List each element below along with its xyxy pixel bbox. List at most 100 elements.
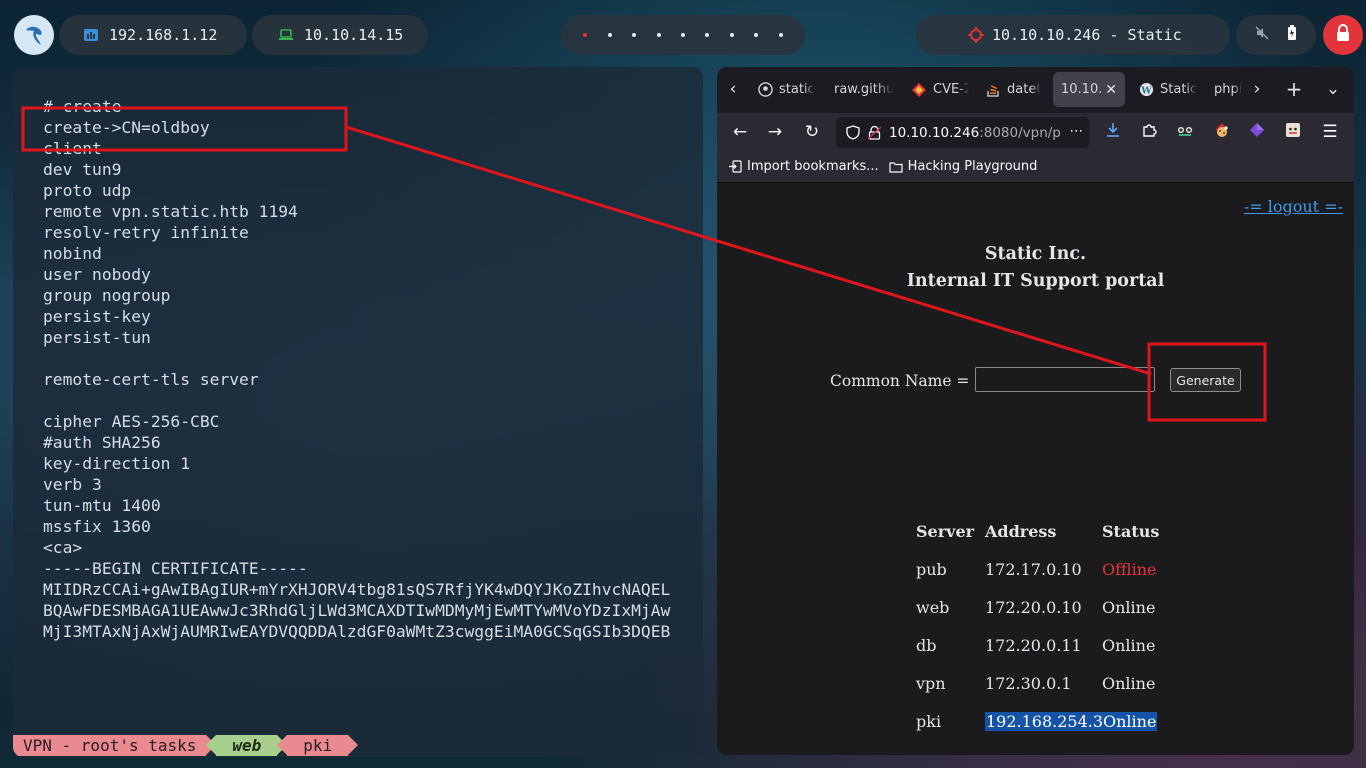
workspace-2[interactable]: [607, 33, 612, 37]
crosshair-icon: [968, 27, 984, 43]
workspace-switcher[interactable]: [561, 15, 805, 55]
local-ip-text: 192.168.1.12: [109, 26, 218, 44]
terminal-line: BQAwFDESMBAGA1UEAwwJc3RhdGljLWd3MCAXDTIw…: [43, 601, 671, 620]
cookie-extension[interactable]: [1209, 120, 1233, 144]
tmux-window-label: pki: [303, 736, 333, 755]
tab-wordpress[interactable]: W Static: [1138, 72, 1206, 107]
battery-icon: [1287, 25, 1297, 45]
tmux-session-name: VPN - root's tasks: [13, 735, 217, 756]
extensions-button[interactable]: [1137, 120, 1161, 144]
workspace-7[interactable]: [729, 33, 734, 37]
terminal-window[interactable]: # create create->CN=oldboy client dev tun9 p…: [13, 67, 703, 757]
terminal-line: user nobody: [43, 265, 151, 284]
workspace-4[interactable]: [656, 33, 661, 37]
table-cell-status: Online: [1102, 636, 1156, 655]
url-path: :8080/vpn/p: [979, 124, 1061, 141]
portal-subtitle: Internal IT Support portal: [906, 271, 1165, 291]
workspace-1[interactable]: [583, 33, 588, 37]
table-cell-status: Online: [1102, 598, 1156, 617]
reload-button[interactable]: ↻: [800, 120, 824, 144]
forward-button[interactable]: →: [763, 120, 787, 144]
tmux-window-web[interactable]: web: [206, 735, 288, 756]
terminal-output: # create create->CN=oldboy client dev tun9 p…: [43, 96, 691, 642]
volume-muted-icon[interactable]: [1255, 26, 1269, 44]
terminal-line: #auth SHA256: [43, 433, 161, 452]
table-cell-status: Online: [1102, 712, 1158, 731]
app-menu-button[interactable]: ☰: [1318, 120, 1342, 144]
workspace-8[interactable]: [754, 33, 759, 37]
terminal-line: mssfix 1360: [43, 517, 151, 536]
table-cell-status: Offline: [1102, 560, 1157, 579]
tab-label: datet: [1007, 82, 1041, 97]
tab-cve[interactable]: CVE-2: [911, 72, 969, 107]
chevron-down-icon: ⌄: [1325, 79, 1341, 99]
terminal-line: remote vpn.static.htb 1194: [43, 202, 298, 221]
table-cell-address: 172.17.0.10: [985, 560, 1082, 579]
common-name-label: Common Name =: [830, 372, 970, 390]
vpn-ip-indicator: 10.10.14.15: [252, 15, 428, 55]
terminal-line: cipher AES-256-CBC: [43, 412, 220, 431]
terminal-line: group nogroup: [43, 286, 171, 305]
terminal-line: # create: [43, 97, 122, 116]
wordpress-icon: W: [1138, 82, 1154, 98]
laptop-icon: [278, 28, 294, 42]
table-cell-server: vpn: [916, 674, 946, 693]
url-bar[interactable]: 10.10.10.246:8080/vpn/p ⋯: [836, 117, 1089, 148]
table-cell-address: 192.168.254.3: [985, 712, 1105, 731]
page-title: Static Inc. Internal IT Support portal: [717, 241, 1354, 295]
folder-icon: [889, 161, 903, 173]
wappalyzer-extension[interactable]: [1281, 120, 1305, 144]
system-tray: [1236, 15, 1316, 55]
tmux-session-label: VPN - root's tasks: [23, 736, 197, 755]
common-name-input[interactable]: [975, 367, 1155, 392]
tab-stackoverflow[interactable]: datet: [985, 72, 1041, 107]
list-all-tabs-button[interactable]: ⌄: [1321, 77, 1345, 101]
tab-label: raw.githu: [834, 82, 895, 97]
tab-scroll-left-button[interactable]: ‹: [721, 77, 745, 101]
bookmark-folder-hacking-playground[interactable]: Hacking Playground: [889, 159, 1037, 174]
more-actions-icon[interactable]: ⋯: [1065, 123, 1083, 139]
logout-link[interactable]: -= logout =-: [1244, 197, 1343, 216]
download-icon: [1105, 122, 1121, 143]
terminal-line: nobind: [43, 244, 102, 263]
shield-icon: [846, 125, 860, 140]
table-cell-server: web: [916, 598, 950, 617]
tab-github[interactable]: static: [757, 72, 821, 107]
chevron-right-icon: ›: [1253, 79, 1261, 99]
close-tab-icon[interactable]: ✕: [1105, 82, 1117, 98]
hacktools-extension[interactable]: [1245, 120, 1269, 144]
powerline-separator: [277, 735, 288, 755]
table-cell-address: 172.30.0.1: [985, 674, 1072, 693]
bookmark-import[interactable]: Import bookmarks...: [729, 159, 879, 174]
workspace-3[interactable]: [632, 33, 637, 37]
powerline-separator: [348, 735, 359, 755]
tab-raw-github[interactable]: raw.githu: [834, 72, 902, 107]
table-cell-address: 172.20.0.11: [985, 636, 1082, 655]
new-tab-button[interactable]: +: [1282, 77, 1306, 101]
terminal-line: verb 3: [43, 475, 102, 494]
import-icon: [729, 160, 742, 173]
table-cell-status: Online: [1102, 674, 1156, 693]
lock-button[interactable]: [1323, 15, 1363, 55]
workspace-9[interactable]: [778, 33, 783, 37]
tab-phpinfo[interactable]: phpi: [1214, 72, 1244, 107]
back-button[interactable]: ←: [728, 120, 752, 144]
table-cell-address: 172.20.0.10: [985, 598, 1082, 617]
tab-scroll-right-button[interactable]: ›: [1245, 77, 1269, 101]
generate-button[interactable]: Generate: [1170, 368, 1241, 392]
svg-text:W: W: [1140, 85, 1152, 96]
tmux-status-bar: VPN - root's tasks web pki: [13, 735, 703, 756]
workspace-5[interactable]: [680, 33, 685, 37]
table-cell-server: pub: [916, 560, 947, 579]
local-ip-indicator: 192.168.1.12: [59, 15, 247, 55]
downloads-button[interactable]: [1101, 120, 1125, 144]
tab-active-10-10[interactable]: 10.10. ✕: [1053, 72, 1125, 107]
kali-logo-button[interactable]: [14, 15, 54, 55]
foxyproxy-icon: [1176, 122, 1194, 143]
workspace-6[interactable]: [705, 33, 710, 37]
foxyproxy-extension[interactable]: [1173, 120, 1197, 144]
tmux-window-pki[interactable]: pki: [277, 735, 359, 756]
table-header-cell: Status: [1102, 522, 1160, 541]
terminal-line: persist-tun: [43, 328, 151, 347]
bookmark-label: Import bookmarks...: [747, 159, 879, 174]
